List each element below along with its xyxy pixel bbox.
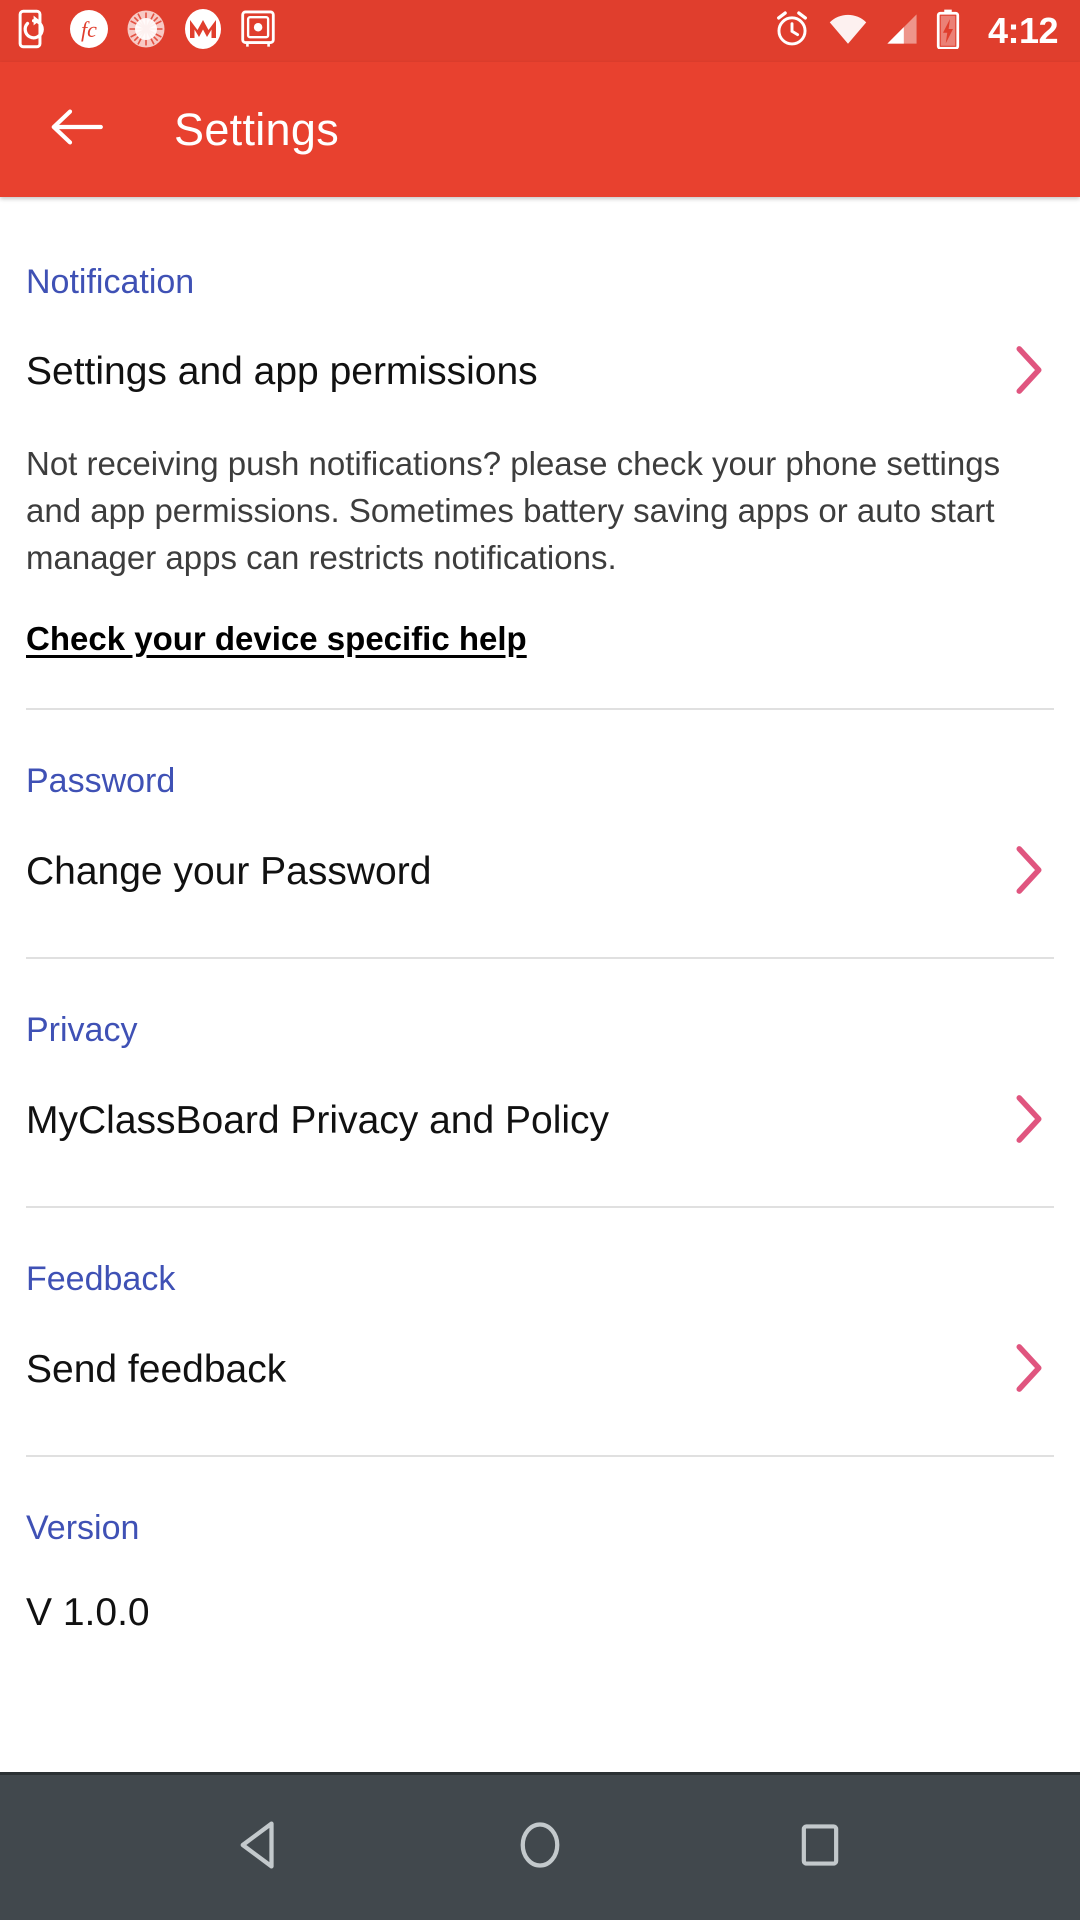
settings-row-label: MyClassBoard Privacy and Policy — [26, 1098, 610, 1142]
status-bar-notification-icons: fc — [18, 8, 276, 55]
safe-vault-icon — [240, 9, 276, 54]
battery-charging-icon — [936, 9, 960, 54]
cellular-signal-icon — [885, 13, 919, 50]
section-privacy: Privacy MyClassBoard Privacy and Policy — [26, 959, 1054, 1208]
status-bar-clock: 4:12 — [987, 10, 1059, 51]
section-header-feedback: Feedback — [26, 1259, 176, 1298]
settings-row-privacy-policy[interactable]: MyClassBoard Privacy and Policy — [26, 1093, 1054, 1150]
nav-home-button[interactable] — [485, 1793, 595, 1903]
status-bar-system-icons: 4:12 — [773, 9, 1059, 54]
back-button[interactable] — [45, 98, 109, 162]
settings-row-app-permissions[interactable]: Settings and app permissions — [26, 344, 1054, 401]
section-header-notification: Notification — [26, 263, 195, 301]
settings-list: Notification Settings and app permission… — [0, 197, 1080, 1772]
settings-row-send-feedback[interactable]: Send feedback — [26, 1342, 1054, 1399]
nav-home-icon — [517, 1820, 563, 1875]
settings-row-label: Send feedback — [26, 1347, 287, 1391]
sunburst-circle-icon — [126, 9, 166, 54]
settings-row-change-password[interactable]: Change your Password — [26, 844, 1054, 901]
android-navigation-bar — [0, 1772, 1080, 1920]
nav-recents-button[interactable] — [765, 1793, 875, 1903]
fc-circle-icon: fc — [69, 9, 109, 54]
section-header-version: Version — [26, 1508, 140, 1547]
page-title: Settings — [174, 104, 339, 155]
section-version: Version V 1.0.0 — [26, 1457, 1054, 1636]
chevron-right-icon — [1012, 844, 1046, 901]
section-header-privacy: Privacy — [26, 1010, 138, 1049]
motorola-logo-icon — [183, 8, 223, 55]
chevron-right-icon — [1012, 1093, 1046, 1150]
section-feedback: Feedback Send feedback — [26, 1208, 1054, 1457]
nav-recents-icon — [799, 1822, 841, 1873]
device-specific-help-link[interactable]: Check your device specific help — [26, 620, 527, 658]
chevron-right-icon — [1012, 344, 1046, 401]
app-version-value: V 1.0.0 — [26, 1590, 150, 1634]
section-password: Password Change your Password — [26, 710, 1054, 959]
nav-back-button[interactable] — [205, 1793, 315, 1903]
phone-sync-icon — [18, 9, 52, 54]
notification-help-paragraph: Not receiving push notifications? please… — [26, 445, 1001, 576]
status-bar: fc 4:12 — [0, 0, 1080, 62]
nav-back-icon — [237, 1820, 283, 1875]
section-notification: Notification Settings and app permission… — [26, 197, 1054, 710]
settings-row-label: Settings and app permissions — [26, 350, 538, 394]
settings-row-label: Change your Password — [26, 849, 432, 893]
arrow-left-icon — [49, 105, 105, 154]
phone-screen: fc 4:12 Settings Notification Settings a… — [0, 0, 1080, 1920]
app-bar: Settings — [0, 62, 1080, 197]
svg-text:fc: fc — [81, 17, 97, 42]
section-header-password: Password — [26, 761, 176, 800]
wifi-icon — [828, 13, 868, 50]
chevron-right-icon — [1012, 1342, 1046, 1399]
alarm-clock-icon — [773, 10, 811, 53]
